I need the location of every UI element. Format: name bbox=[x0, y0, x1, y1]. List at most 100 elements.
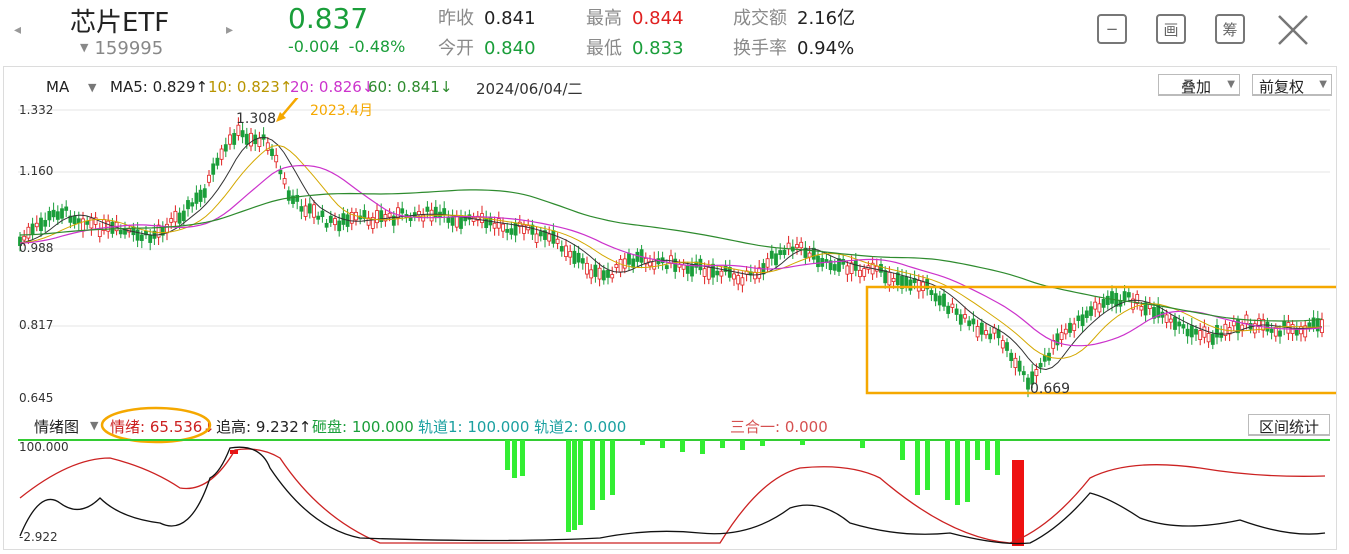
candle-body bbox=[333, 218, 337, 226]
candle-body bbox=[450, 216, 455, 226]
candle-body bbox=[1269, 328, 1274, 333]
candle-body bbox=[1206, 333, 1211, 343]
candle-body bbox=[954, 308, 959, 315]
candle-body bbox=[769, 250, 774, 259]
candle-body bbox=[958, 314, 963, 325]
smash-value: 砸盘: 100.000 bbox=[312, 418, 414, 436]
ma-dropdown-icon[interactable]: ▼ bbox=[88, 81, 96, 94]
smash-bar bbox=[578, 440, 583, 525]
sub-y-bottom: -2.922 bbox=[19, 530, 58, 544]
candle-body bbox=[778, 250, 783, 255]
y-label-4: 0.817 bbox=[19, 318, 54, 332]
combo-value: 三合一: 0.000 bbox=[730, 418, 828, 436]
candle-body bbox=[375, 210, 379, 224]
dropdown-triangle-icon: ▼ bbox=[1227, 79, 1235, 90]
candle-body bbox=[261, 134, 266, 140]
candle-body bbox=[736, 275, 741, 285]
candle-body bbox=[270, 148, 274, 157]
candle-body bbox=[219, 148, 224, 160]
candle-body bbox=[282, 178, 287, 185]
candle-body bbox=[576, 252, 581, 263]
stock-code[interactable]: ▼ 159995 bbox=[80, 38, 163, 59]
candle-body bbox=[946, 305, 951, 314]
candle-body bbox=[501, 223, 505, 232]
candle-body bbox=[249, 132, 253, 147]
candle-body bbox=[690, 264, 694, 277]
candle-body bbox=[879, 264, 883, 273]
candle-body bbox=[1231, 321, 1236, 327]
smash-bar bbox=[860, 440, 865, 448]
smash-bar bbox=[610, 440, 615, 495]
chip-calc-button[interactable]: 筹 bbox=[1215, 14, 1245, 44]
candle-body bbox=[685, 265, 690, 274]
candle-body bbox=[286, 190, 291, 201]
annotation-arrow bbox=[279, 98, 299, 119]
candle-body bbox=[732, 273, 736, 280]
candle-body bbox=[223, 144, 228, 152]
candle-body bbox=[908, 279, 913, 291]
candle-body bbox=[627, 253, 631, 265]
candle-body bbox=[786, 242, 791, 250]
candle-body bbox=[538, 231, 543, 237]
smash-bar bbox=[900, 440, 905, 460]
smash-bar bbox=[965, 440, 970, 502]
candle-body bbox=[1000, 340, 1005, 349]
indicator-selector[interactable]: 情绪图 bbox=[34, 416, 79, 437]
high-marker: 1.308 bbox=[236, 111, 277, 127]
smash-bar bbox=[700, 440, 705, 454]
candle-body bbox=[1299, 326, 1303, 335]
candle-body bbox=[559, 246, 564, 252]
prev-stock-arrow-icon[interactable]: ◂ bbox=[14, 22, 21, 38]
candle-body bbox=[984, 330, 988, 336]
candle-body bbox=[198, 189, 203, 202]
candle-body bbox=[795, 244, 799, 249]
candle-body bbox=[601, 270, 606, 281]
candle-body bbox=[740, 277, 745, 286]
candle-body bbox=[635, 251, 640, 262]
candle-body bbox=[34, 222, 39, 228]
candle-body bbox=[1038, 362, 1043, 368]
candle-body bbox=[765, 258, 770, 268]
candle-body bbox=[316, 215, 321, 220]
candle-body bbox=[1164, 314, 1169, 323]
sub-y-top: 100.000 bbox=[19, 440, 69, 454]
candle-body bbox=[1076, 315, 1081, 322]
range-stats-button[interactable]: 区间统计 bbox=[1248, 414, 1330, 436]
candle-body bbox=[43, 220, 48, 227]
close-icon[interactable] bbox=[1275, 12, 1311, 48]
indicator-dropdown-icon[interactable]: ▼ bbox=[90, 419, 98, 432]
kline-chart[interactable] bbox=[0, 98, 1336, 410]
annotation-label: 2023.4月 bbox=[310, 103, 373, 119]
ma10-value: 10: 0.823↑ bbox=[208, 78, 293, 96]
candle-body bbox=[1210, 333, 1215, 345]
candle-body bbox=[139, 234, 144, 241]
candle-body bbox=[1021, 371, 1026, 376]
candle-body bbox=[181, 210, 186, 222]
candle-body bbox=[1215, 325, 1219, 338]
candle-body bbox=[753, 271, 757, 280]
adjust-dropdown[interactable]: 前复权 ▼ bbox=[1252, 74, 1332, 96]
mood-indicator-chart[interactable] bbox=[0, 438, 1336, 550]
candle-body bbox=[547, 233, 552, 242]
smash-bar bbox=[566, 440, 571, 532]
smash-bar bbox=[925, 440, 930, 490]
minimize-button[interactable]: − bbox=[1097, 14, 1127, 44]
candle-body bbox=[572, 250, 577, 264]
candle-body bbox=[774, 253, 778, 266]
smash-bar bbox=[572, 440, 577, 530]
candle-body bbox=[1110, 291, 1114, 304]
candle-body bbox=[988, 333, 993, 340]
chase-value: 追高: 9.232↑ bbox=[216, 418, 312, 436]
overlay-dropdown[interactable]: 叠加 ▼ bbox=[1158, 74, 1240, 96]
smash-bar bbox=[505, 440, 510, 470]
next-stock-arrow-icon[interactable]: ▸ bbox=[226, 22, 233, 38]
candle-body bbox=[337, 220, 342, 232]
chart-mode-button[interactable]: 画 bbox=[1156, 14, 1186, 44]
high-price: 最高 0.844 bbox=[586, 8, 684, 29]
smash-bar bbox=[985, 440, 990, 470]
y-label-1: 1.332 bbox=[19, 103, 54, 117]
ma-selector[interactable]: MA bbox=[46, 78, 69, 96]
smash-bar bbox=[740, 440, 745, 450]
candle-body bbox=[937, 295, 942, 306]
candle-body bbox=[177, 212, 182, 224]
